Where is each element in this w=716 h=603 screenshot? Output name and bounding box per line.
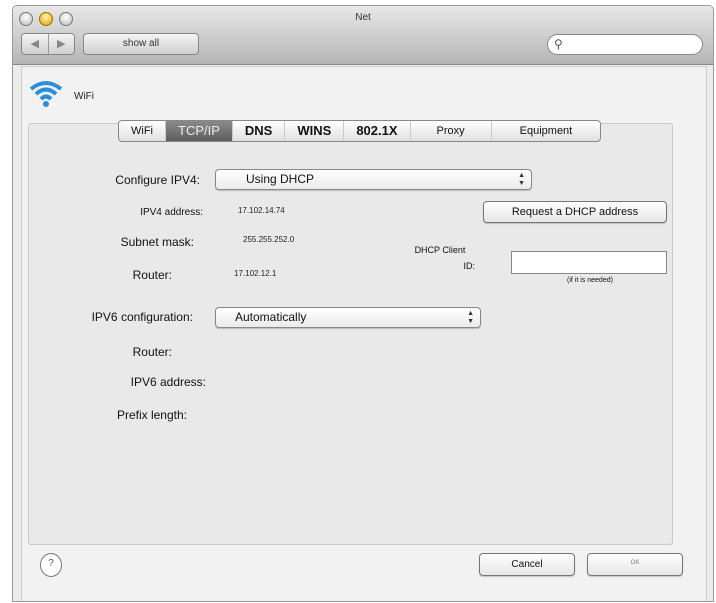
ipv4-address-label: IPV4 address:: [140, 207, 203, 218]
tab-dns[interactable]: DNS: [233, 121, 286, 141]
ipv4-address-value: 17.102.14.74: [238, 206, 285, 215]
tab-tcp-ip[interactable]: TCP/IP: [166, 121, 233, 141]
updown-arrows-icon: ▲ ▼: [518, 172, 525, 187]
configure-ipv4-select[interactable]: Using DHCP ▲ ▼: [215, 169, 532, 190]
router-value: 17.102.12.1: [234, 269, 277, 278]
subnet-mask-label: Subnet mask:: [120, 235, 194, 249]
tab-802-1x[interactable]: 802.1X: [344, 121, 411, 141]
prefix-length-label: Prefix length:: [116, 408, 187, 422]
router-label: Router:: [132, 268, 172, 282]
updown-arrows-icon: ▲ ▼: [467, 310, 474, 325]
ipv6-address-label: IPV6 address:: [130, 375, 206, 389]
ok-button[interactable]: OK: [587, 553, 683, 576]
subnet-mask-value: 255.255.252.0: [243, 235, 295, 244]
forward-button[interactable]: ▶: [47, 34, 75, 54]
search-input[interactable]: ⚲: [547, 34, 703, 55]
dhcp-client-label-line1: DHCP Client: [414, 245, 466, 255]
dhcp-client-label-line2: ID:: [463, 261, 475, 271]
tab-equipment[interactable]: Equipment: [492, 121, 601, 141]
cancel-button[interactable]: Cancel: [479, 553, 575, 576]
ipv6-configuration-value: Automatically: [235, 310, 307, 324]
title-bar: Net ◀ ▶ show all ⚲: [13, 6, 713, 65]
dhcp-client-id-input[interactable]: [511, 251, 667, 274]
window-title: Net: [355, 12, 371, 23]
back-forward-control: ◀ ▶: [21, 33, 75, 55]
ipv6-configuration-label: IPV6 configuration:: [91, 310, 193, 324]
back-button[interactable]: ◀: [22, 34, 48, 54]
dhcp-client-hint: (if it is needed): [567, 277, 613, 284]
tab-proxy[interactable]: Proxy: [411, 121, 492, 141]
tab-bar: WiFi TCP/IP DNS WINS 802.1X Proxy Equipm…: [118, 120, 602, 142]
tab-wins[interactable]: WINS: [285, 121, 345, 141]
service-name: WiFi: [74, 91, 94, 102]
show-all-button[interactable]: show all: [83, 33, 199, 55]
ipv6-configuration-select[interactable]: Automatically ▲ ▼: [215, 307, 481, 328]
request-dhcp-button[interactable]: Request a DHCP address: [483, 201, 667, 223]
wifi-icon: [29, 81, 63, 107]
configure-ipv4-label: Configure IPV4:: [115, 173, 200, 187]
help-button[interactable]: ?: [40, 553, 62, 577]
configure-ipv4-value: Using DHCP: [246, 172, 315, 186]
tab-wifi[interactable]: WiFi: [119, 121, 166, 141]
search-icon: ⚲: [554, 37, 563, 51]
ipv6-router-label: Router:: [132, 345, 172, 359]
